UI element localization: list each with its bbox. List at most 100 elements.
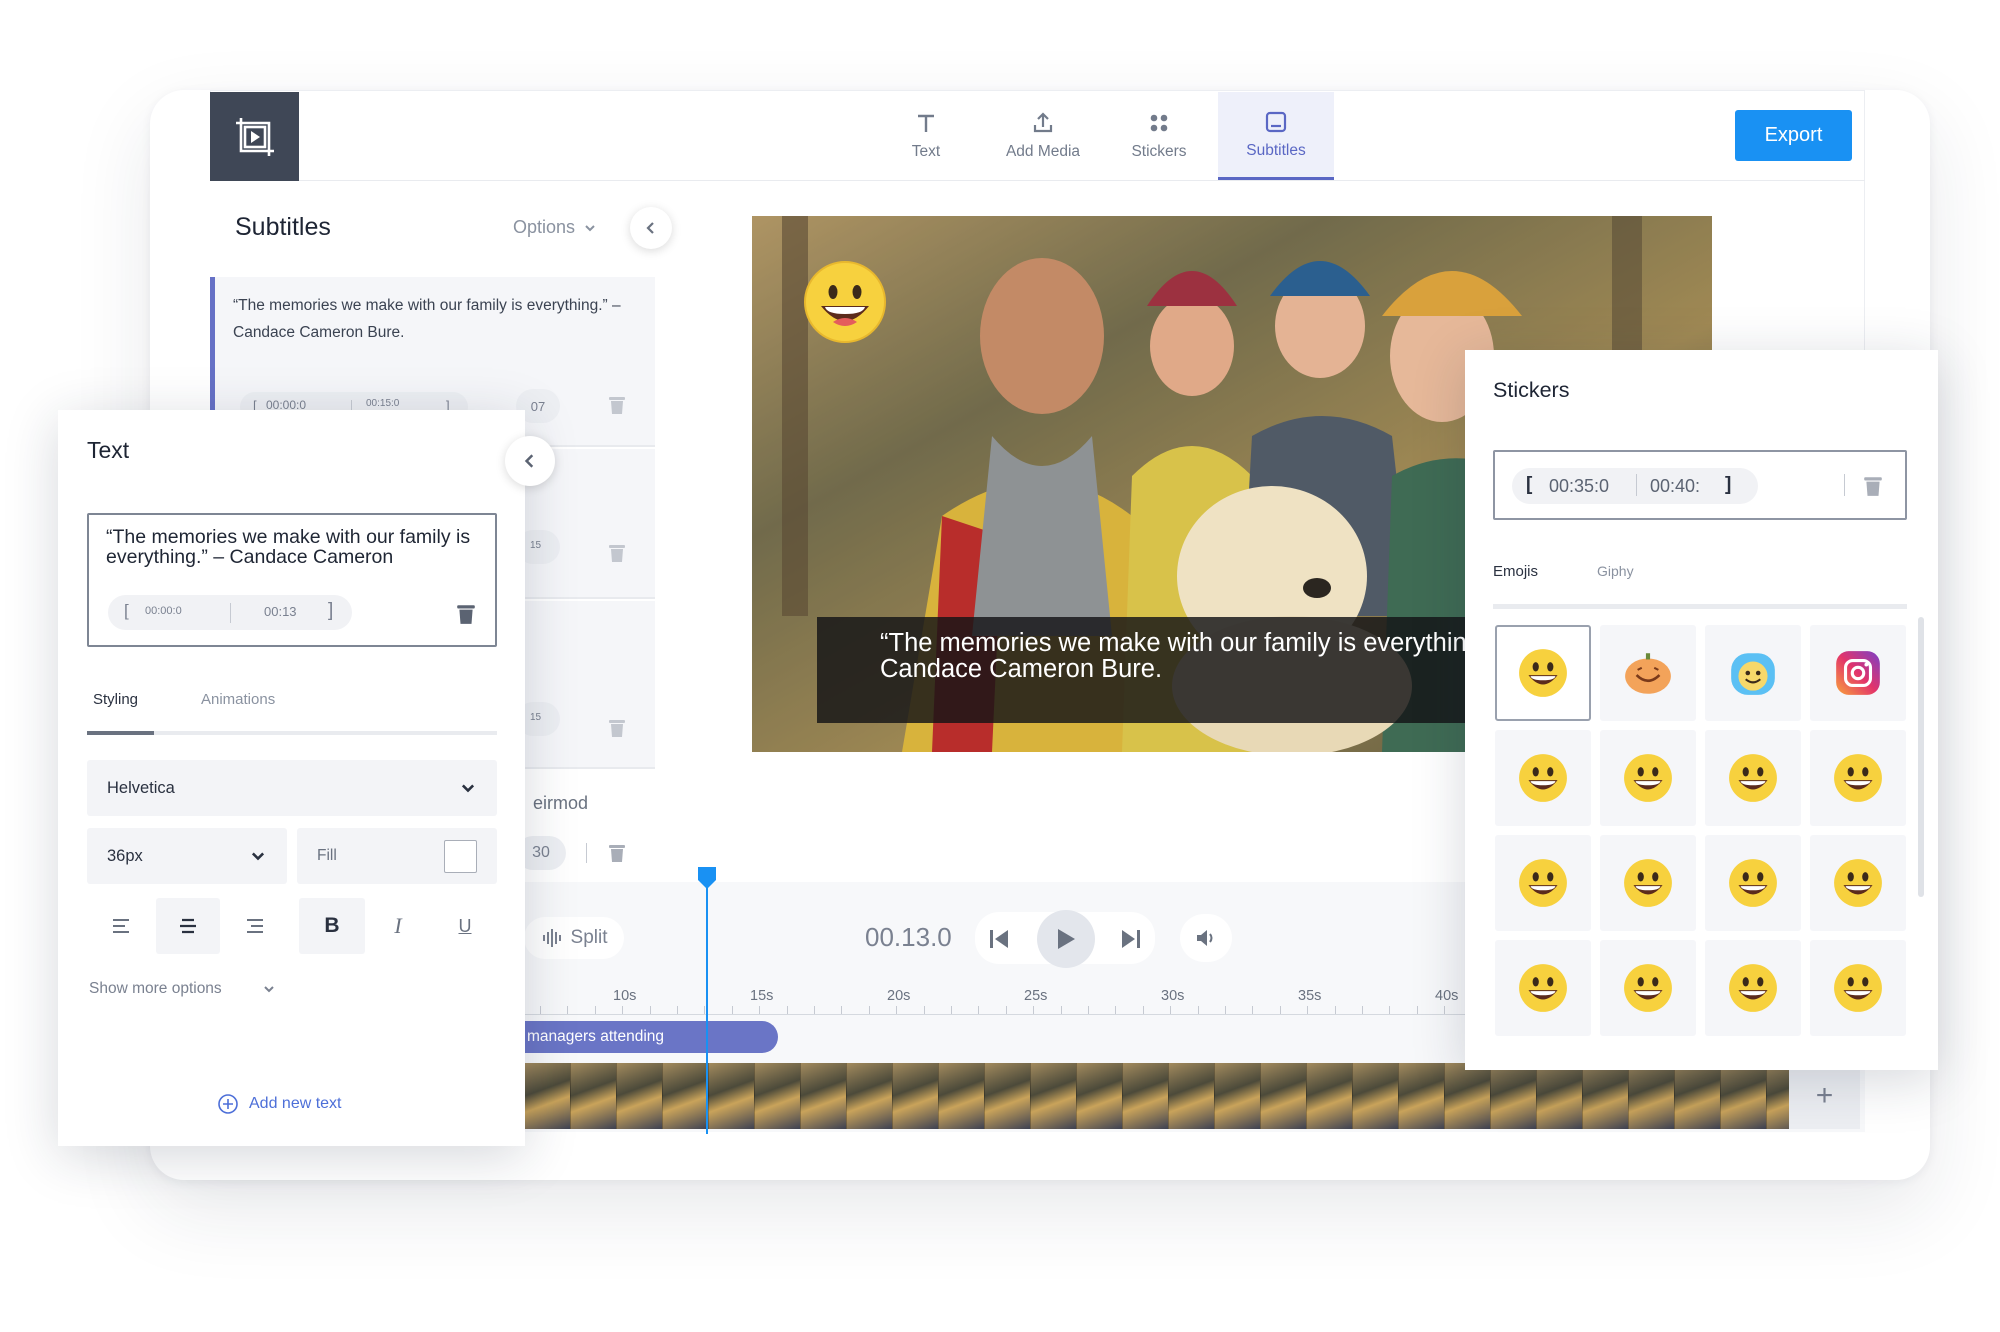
text-input[interactable]: “The memories we make with our family is… [106,527,486,567]
trash-icon[interactable] [608,395,626,415]
sticker-cell[interactable] [1810,625,1906,721]
subtitle-clip[interactable]: managers attending [525,1021,778,1053]
align-right-icon [247,919,263,933]
sticker-cell[interactable] [1810,940,1906,1036]
filmstrip-frame [709,1063,755,1129]
skip-back-icon[interactable] [988,928,1010,950]
fill-color-field[interactable]: Fill [297,828,497,884]
underline-button[interactable]: U [433,898,497,954]
ruler-tick [951,1006,952,1014]
filmstrip-frame [1491,1063,1537,1129]
ruler-tick [1088,1006,1089,1014]
show-more-options[interactable]: Show more options [89,980,276,998]
skip-forward-icon[interactable] [1120,928,1142,950]
collapse-text-panel-button[interactable] [505,436,555,486]
ruler-tick [924,1006,925,1014]
sticker-cell[interactable] [1495,625,1591,721]
filmstrip-frame [847,1063,893,1129]
ruler-tick [1389,1006,1390,1014]
chevron-down-icon [251,852,265,861]
subtitle-end-time: 00:15:0 [366,398,400,409]
sticker-cell[interactable] [1810,730,1906,826]
filmstrip-frame [1675,1063,1721,1129]
bracket-open: [ [1526,474,1533,495]
video-filmstrip[interactable] [525,1063,1789,1129]
grinning-face-sticker-icon [1729,754,1777,802]
sticker-cell[interactable] [1495,940,1591,1036]
sticker-cell[interactable] [1600,730,1696,826]
sticker-scrollbar[interactable] [1918,617,1924,897]
instagram-sticker-icon [1836,651,1880,695]
collapse-subtitles-button[interactable] [630,207,672,249]
bold-button[interactable]: B [299,898,365,954]
ruler-tick [1335,1006,1336,1014]
subtitles-panel-title: Subtitles [235,213,331,241]
trash-icon[interactable] [608,543,626,563]
align-center-button[interactable] [156,898,220,954]
ruler-label: 40s [1435,988,1459,1004]
align-left-button[interactable] [89,898,153,954]
tab-emojis[interactable]: Emojis [1493,563,1538,580]
ruler-tick [1444,1006,1445,1014]
sticker-cell[interactable] [1495,730,1591,826]
emoji-sticker-on-video[interactable] [803,260,887,344]
tab-add-media[interactable]: Add Media [985,92,1101,180]
tab-giphy[interactable]: Giphy [1597,563,1634,579]
tab-text[interactable]: Text [868,92,984,180]
volume-button[interactable] [1180,914,1232,962]
add-clip-button[interactable]: + [1789,1063,1860,1129]
font-size-select[interactable]: 36px [87,828,287,884]
sticker-cell[interactable] [1705,835,1801,931]
ruler-tick [1115,1006,1116,1014]
sticker-cell[interactable] [1495,835,1591,931]
filmstrip-frame [1169,1063,1215,1129]
export-button[interactable]: Export [1735,110,1852,161]
tab-stickers[interactable]: Stickers [1101,92,1217,180]
fill-color-swatch[interactable] [444,839,477,873]
filmstrip-frame [1629,1063,1675,1129]
play-button[interactable] [1037,910,1095,968]
ruler-tick [595,1006,596,1014]
sticker-cell[interactable] [1600,625,1696,721]
tab-animations[interactable]: Animations [201,691,275,708]
add-new-text-button[interactable]: Add new text [217,1093,342,1115]
playhead[interactable] [706,872,708,1134]
ruler-tick [1143,1006,1144,1014]
divider [1844,474,1845,496]
trash-icon[interactable] [608,843,626,863]
upload-icon [1033,112,1053,133]
sticker-cell[interactable] [1600,835,1696,931]
playhead-handle-icon[interactable] [697,866,717,890]
text-icon [918,114,934,132]
split-button[interactable]: Split [524,917,624,959]
trash-icon[interactable] [1862,475,1884,497]
ruler-tick [1252,1006,1253,1014]
ruler-tick [1307,1006,1308,1014]
trash-icon[interactable] [456,603,476,625]
filmstrip-frame [525,1063,571,1129]
italic-button[interactable]: I [366,898,430,954]
sticker-tab-track [1493,604,1907,609]
text-start-time: 00:00:0 [145,605,182,617]
tab-styling[interactable]: Styling [93,691,138,708]
align-right-button[interactable] [223,898,287,954]
font-family-select[interactable]: Helvetica [87,760,497,816]
grinning-face-sticker-icon [1519,859,1567,907]
sticker-cell[interactable] [1705,625,1801,721]
options-dropdown[interactable]: Options [513,217,597,238]
filmstrip-frame [1307,1063,1353,1129]
filmstrip-frame [1261,1063,1307,1129]
tab-subtitles[interactable]: Subtitles [1218,92,1334,180]
sticker-cell[interactable] [1705,940,1801,1036]
sticker-cell[interactable] [1705,730,1801,826]
blob-sticker-icon [1731,653,1775,695]
ruler-tick [1006,1006,1007,1014]
app-logo[interactable] [210,92,299,181]
time-divider [230,603,231,623]
filmstrip-frame [571,1063,617,1129]
sticker-cell[interactable] [1600,940,1696,1036]
trash-icon[interactable] [608,718,626,738]
grinning-face-sticker-icon [1834,859,1882,907]
sticker-cell[interactable] [1810,835,1906,931]
ruler-tick [1061,1006,1062,1014]
